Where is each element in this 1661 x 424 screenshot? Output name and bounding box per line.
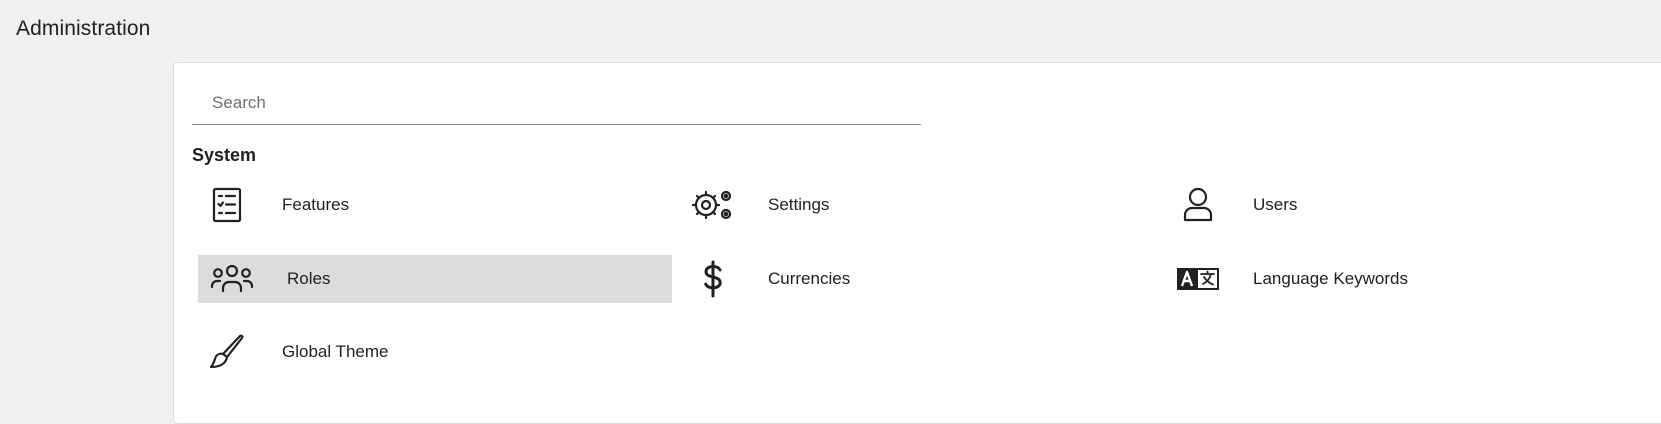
- admin-item-roles[interactable]: Roles: [198, 255, 672, 303]
- admin-item-features[interactable]: Features: [193, 181, 667, 229]
- admin-item-users[interactable]: Users: [1164, 181, 1638, 229]
- admin-item-label: Language Keywords: [1253, 269, 1409, 288]
- admin-item-currencies[interactable]: Currencies: [679, 255, 1153, 303]
- search-input[interactable]: [192, 82, 921, 124]
- admin-item-label: Global Theme: [282, 342, 389, 361]
- users-group-icon: [210, 259, 254, 299]
- user-icon: [1176, 185, 1220, 225]
- dollar-icon: [691, 259, 735, 299]
- admin-item-label: Settings: [768, 195, 830, 214]
- admin-item-settings[interactable]: Settings: [679, 181, 1153, 229]
- admin-item-label: Features: [282, 195, 350, 214]
- page-title: Administration: [16, 17, 151, 40]
- admin-item-label: Currencies: [768, 269, 851, 288]
- admin-item-global-theme[interactable]: Global Theme: [193, 328, 667, 376]
- admin-item-label: Users: [1253, 195, 1298, 214]
- gears-icon: [691, 185, 735, 225]
- admin-card: System Features: [173, 62, 1661, 424]
- admin-item-language-keywords[interactable]: Language Keywords: [1164, 255, 1638, 303]
- language-icon: [1176, 259, 1220, 299]
- section-title-system: System: [192, 145, 257, 165]
- admin-item-label: Roles: [287, 269, 331, 288]
- checklist-icon: [205, 185, 249, 225]
- brush-icon: [205, 332, 249, 372]
- search-field[interactable]: [192, 82, 921, 125]
